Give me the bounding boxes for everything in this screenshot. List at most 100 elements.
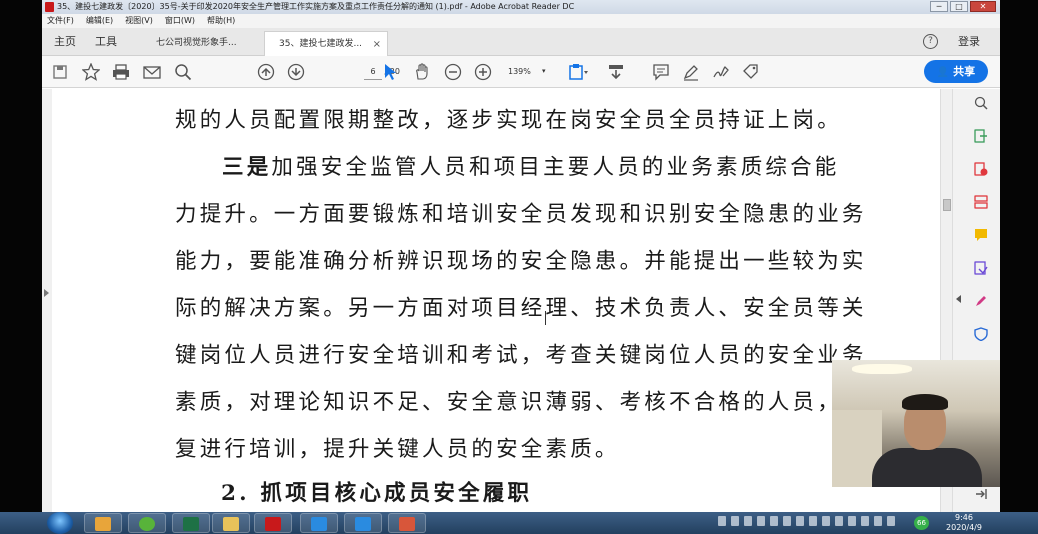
window-title: 35、建投七建政发〔2020〕35号-关于印发2020年安全生产管理工作实施方案… (57, 2, 575, 11)
chat-icon (311, 517, 327, 531)
export-pdf-icon[interactable] (974, 129, 988, 143)
tray-icon[interactable] (757, 516, 765, 526)
tab-close-icon[interactable]: × (373, 32, 381, 57)
add-user-icon: 👤 (936, 67, 950, 78)
menu-help[interactable]: 帮助(H) (207, 14, 235, 28)
tray-icon[interactable] (744, 516, 752, 526)
doc-line-8: 复进行培训，提升关键人员的安全素质。 (175, 437, 620, 462)
print-icon[interactable] (112, 63, 130, 81)
hand-tool-icon[interactable] (413, 63, 431, 81)
menu-file[interactable]: 文件(F) (47, 14, 74, 28)
zoom-out-icon[interactable] (444, 63, 462, 81)
menu-bar: 文件(F) 编辑(E) 视图(V) 窗口(W) 帮助(H) (42, 14, 1000, 28)
comment-panel-icon[interactable] (974, 228, 988, 242)
close-window-button[interactable]: ✕ (970, 1, 996, 12)
select-cursor-icon[interactable] (382, 63, 398, 81)
tray-icon[interactable] (822, 516, 830, 526)
webcam-person-hair (902, 394, 948, 410)
document-view[interactable]: 规的人员配置限期整改，逐步实现在岗安全员全员持证上岗。 三是加强安全监管人员和项… (42, 89, 940, 512)
black-border-left (0, 0, 42, 512)
presentation-icon (399, 517, 415, 531)
text-cursor-icon (545, 311, 546, 325)
start-button-icon[interactable] (47, 512, 73, 534)
collapse-right-panel-icon[interactable] (956, 295, 961, 303)
taskbar-app-6[interactable] (300, 513, 338, 533)
left-panel-collapsed[interactable] (42, 89, 52, 512)
clock-date: 2020/4/9 (946, 523, 982, 532)
system-tray (718, 516, 895, 530)
email-icon[interactable] (143, 63, 161, 81)
menu-window[interactable]: 窗口(W) (165, 14, 195, 28)
login-link[interactable]: 登录 (958, 28, 980, 56)
tag-icon[interactable] (742, 63, 760, 81)
taskbar-app-8[interactable] (388, 513, 426, 533)
nav-home[interactable]: 主页 (54, 28, 76, 56)
help-icon[interactable]: ? (923, 34, 938, 49)
title-bar: 35、建投七建政发〔2020〕35号-关于印发2020年安全生产管理工作实施方案… (42, 0, 1000, 14)
page-fit-icon[interactable] (567, 63, 589, 81)
tray-icon[interactable] (796, 516, 804, 526)
tray-icon[interactable] (731, 516, 739, 526)
doc-line-5: 际的解决方案。另一方面对项目经理、技术负责人、安全员等关 (175, 296, 867, 321)
fill-sign-icon[interactable] (974, 294, 988, 308)
comment-icon[interactable] (652, 63, 670, 81)
webcam-video-overlay (832, 360, 1000, 487)
doc-line-4: 能力，要能准确分析辨识现场的安全隐患。并能提出一些较为实 (175, 249, 867, 274)
panel-expand-icon[interactable] (974, 487, 988, 501)
webcam-ceiling-light (852, 364, 912, 374)
previous-page-icon[interactable] (257, 63, 275, 81)
taskbar-clock[interactable]: 9:46 2020/4/9 (944, 513, 984, 533)
create-pdf-icon[interactable] (974, 162, 988, 176)
menu-view[interactable]: 视图(V) (125, 14, 153, 28)
tray-icon[interactable] (783, 516, 791, 526)
tray-icon[interactable] (835, 516, 843, 526)
clock-time: 9:46 (955, 513, 973, 522)
tray-icon[interactable] (848, 516, 856, 526)
scrollbar-thumb[interactable] (943, 199, 951, 211)
highlight-pen-icon[interactable] (682, 63, 700, 81)
bookmark-star-icon[interactable] (82, 63, 100, 81)
zoom-in-icon[interactable] (474, 63, 492, 81)
tab-document-2[interactable]: 35、建投七建政发... × (264, 31, 388, 56)
chevron-down-icon: ▾ (542, 67, 546, 75)
taskbar-app-1[interactable] (84, 513, 122, 533)
doc-line-7: 素质，对理论知识不足、安全意识薄弱、考核不合格的人员，反 (175, 390, 867, 415)
zoom-icon[interactable] (974, 96, 988, 110)
minimize-button[interactable]: ─ (930, 1, 948, 12)
protect-icon[interactable] (974, 327, 988, 341)
organize-pages-icon[interactable] (974, 195, 988, 209)
share-button[interactable]: 👤 共享 (924, 60, 988, 83)
menu-edit[interactable]: 编辑(E) (86, 14, 113, 28)
search-icon[interactable] (174, 63, 192, 81)
acrobat-icon (265, 517, 281, 531)
zoom-level-select[interactable]: 139% ▾ (508, 64, 548, 79)
taskbar-excel[interactable] (172, 513, 210, 533)
excel-icon (183, 517, 199, 531)
tray-icon[interactable] (874, 516, 882, 526)
browser-icon (139, 517, 155, 531)
tab-document-2-label: 35、建投七建政发... (279, 39, 363, 49)
save-icon[interactable] (52, 63, 68, 81)
tray-badge[interactable]: 66 (914, 516, 929, 530)
sign-icon[interactable] (712, 63, 730, 81)
tray-icon[interactable] (718, 516, 726, 526)
tray-icon[interactable] (809, 516, 817, 526)
tray-icon[interactable] (887, 516, 895, 526)
next-page-icon[interactable] (287, 63, 305, 81)
toolbar: 6 / 20 139% ▾ 👤 共享 (42, 56, 1000, 88)
tray-icon[interactable] (861, 516, 869, 526)
taskbar-app-7[interactable] (344, 513, 382, 533)
send-sign-icon[interactable] (974, 261, 988, 275)
taskbar-app-2[interactable] (128, 513, 166, 533)
page-number-input[interactable]: 6 (364, 64, 382, 80)
nav-tools[interactable]: 工具 (95, 28, 117, 56)
expand-left-panel-icon[interactable] (44, 289, 49, 297)
doc-line-3: 力提升。一方面要锻炼和培训安全员发现和识别安全隐患的业务 (175, 202, 867, 227)
tray-icon[interactable] (770, 516, 778, 526)
taskbar-acrobat[interactable] (254, 513, 292, 533)
tab-document-1[interactable]: 七公司视觉形象手... (142, 31, 260, 56)
taskbar-explorer[interactable] (212, 513, 250, 533)
maximize-button[interactable]: □ (950, 1, 968, 12)
app-pinwheel-icon (95, 517, 111, 531)
scroll-mode-icon[interactable] (607, 63, 625, 81)
